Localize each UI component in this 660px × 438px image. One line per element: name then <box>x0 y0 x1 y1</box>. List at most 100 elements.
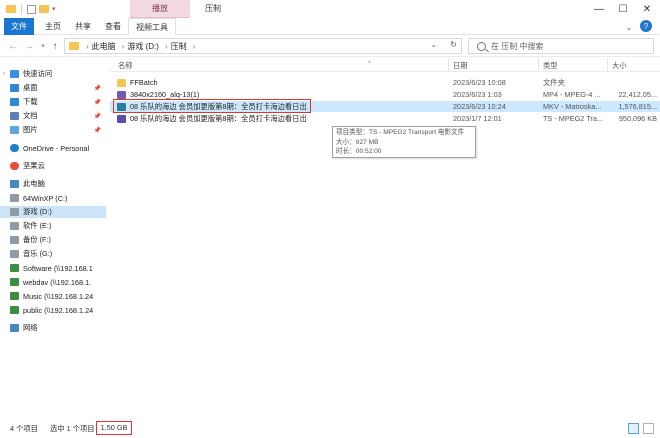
context-tab-play[interactable]: 播放 <box>130 0 190 18</box>
column-name[interactable]: 名称 <box>118 61 133 71</box>
sidebar-item-network[interactable]: 网络 <box>0 322 106 334</box>
tab-video-tools[interactable]: 视频工具 <box>128 18 176 35</box>
tab-file[interactable]: 文件 <box>4 18 34 35</box>
sidebar-item-documents[interactable]: 文档 📌 <box>0 110 106 122</box>
tab-share[interactable]: 共享 <box>68 18 98 35</box>
tooltip-type: 项目类型：TS - MPEG2 Transport 电影文件 <box>336 129 465 136</box>
chevron-right-icon[interactable]: › <box>165 42 168 51</box>
file-row[interactable]: FFBatch 2023/6/23 10:08 文件夹 <box>110 77 660 88</box>
star-icon <box>10 70 19 78</box>
folder-icon <box>6 5 16 13</box>
column-header: ^ 名称 日期 类型 大小 <box>110 58 660 72</box>
highlight-box <box>113 99 311 113</box>
document-icon <box>10 112 19 120</box>
new-folder-icon[interactable] <box>39 5 49 13</box>
quick-access-toolbar: ▾ <box>6 3 56 15</box>
column-divider[interactable] <box>538 58 539 72</box>
mp4-icon <box>117 91 126 99</box>
search-box[interactable]: 在 压制 中搜索 <box>468 38 654 54</box>
expand-ribbon-icon[interactable]: ⌄ <box>622 20 636 34</box>
selected-size: 1.50 GB <box>96 421 132 435</box>
sidebar-item-pictures[interactable]: 图片 📌 <box>0 124 106 136</box>
status-bar: 4 个项目 选中 1 个项目 1.50 GB <box>0 420 660 438</box>
sidebar-item-onedrive[interactable]: OneDrive - Personal <box>0 142 106 154</box>
breadcrumb-folder[interactable]: 压制 <box>171 41 187 52</box>
sidebar-item-downloads[interactable]: 下载 📌 <box>0 96 106 108</box>
close-button[interactable]: ✕ <box>640 2 654 16</box>
chevron-right-icon[interactable]: › <box>193 42 196 51</box>
column-divider[interactable] <box>607 58 608 72</box>
sidebar-item-this-pc[interactable]: 此电脑 <box>0 178 106 190</box>
sidebar-item-drive-c[interactable]: 64WinXP (C:) <box>0 192 106 204</box>
properties-icon[interactable] <box>27 4 36 14</box>
search-icon <box>477 41 486 51</box>
sidebar-item-webdav-share[interactable]: webdav (\\192.168.1. <box>0 276 106 288</box>
window-title: 压制 <box>205 4 221 13</box>
drive-icon <box>10 194 19 202</box>
ribbon-tabs: 文件 主页 共享 查看 视频工具 ⌄ ? <box>0 18 660 35</box>
pin-icon: 📌 <box>93 99 101 106</box>
selected-count: 选中 1 个项目 <box>50 424 95 433</box>
large-icons-view-icon[interactable] <box>643 423 654 434</box>
network-drive-icon <box>10 264 19 272</box>
sidebar-item-desktop[interactable]: 桌面 📌 <box>0 82 106 94</box>
folder-icon <box>69 42 79 50</box>
column-type[interactable]: 类型 <box>543 61 558 71</box>
drive-icon <box>10 222 19 230</box>
tooltip-size: 大小：927 MB <box>336 138 379 146</box>
search-placeholder: 在 压制 中搜索 <box>491 41 544 51</box>
refresh-icon[interactable]: ↻ <box>450 40 457 49</box>
tab-view[interactable]: 查看 <box>98 18 128 35</box>
address-bar[interactable]: › 此电脑 › 游戏 (D:) › 压制 › ⌄ ↻ <box>64 38 462 54</box>
breadcrumb-drive-d[interactable]: 游戏 (D:) <box>127 41 159 52</box>
sidebar-item-software-share[interactable]: Software (\\192.168.1 <box>0 262 106 274</box>
file-row[interactable]: 08 乐队的海边 会员加更版第8期：全员打卡海边看日出 2023/1/7 12:… <box>110 113 660 124</box>
separator <box>21 4 22 14</box>
sidebar-item-quick-access[interactable]: › 快速访问 <box>0 68 106 80</box>
tooltip-duration: 时长：00:52:00 <box>336 148 382 155</box>
chevron-right-icon[interactable]: › <box>122 42 125 51</box>
sidebar-item-drive-g[interactable]: 音乐 (G:) <box>0 248 106 260</box>
chevron-down-icon[interactable]: ▾ <box>52 5 56 13</box>
help-icon[interactable]: ? <box>640 20 652 32</box>
forward-icon[interactable]: → <box>22 39 36 53</box>
maximize-button[interactable]: ☐ <box>616 2 630 16</box>
sidebar-item-drive-f[interactable]: 备份 (F:) <box>0 234 106 246</box>
sidebar-item-music-share[interactable]: Music (\\192.168.1.24 <box>0 290 106 302</box>
drive-icon <box>10 236 19 244</box>
column-date[interactable]: 日期 <box>453 61 468 71</box>
tab-home[interactable]: 主页 <box>38 18 68 35</box>
jianguoyun-icon <box>10 162 19 170</box>
file-tooltip: 项目类型：TS - MPEG2 Transport 电影文件 大小：927 MB… <box>332 126 476 158</box>
drive-icon <box>10 250 19 258</box>
back-icon[interactable]: ← <box>6 39 20 53</box>
chevron-down-icon[interactable]: › <box>0 71 8 77</box>
pin-icon: 📌 <box>93 85 101 92</box>
address-dropdown-icon[interactable]: ⌄ <box>430 40 437 49</box>
sidebar-item-drive-e[interactable]: 软件 (E:) <box>0 220 106 232</box>
chevron-right-icon[interactable]: › <box>86 42 89 51</box>
sidebar-item-drive-d[interactable]: 游戏 (D:) <box>0 206 106 218</box>
item-count: 4 个项目 <box>10 424 38 433</box>
breadcrumb-this-pc[interactable]: 此电脑 <box>92 41 116 52</box>
sidebar-item-public-share[interactable]: public (\\192.168.1.24 <box>0 304 106 316</box>
column-divider[interactable] <box>448 58 449 72</box>
pc-icon <box>10 180 19 188</box>
desktop-icon <box>10 84 19 92</box>
navigation-pane: › 快速访问 桌面 📌 下载 📌 文档 📌 图片 📌 OneDrive - Persona… <box>0 58 106 420</box>
download-icon <box>10 98 19 106</box>
sidebar-item-jianguoyun[interactable]: 坚果云 <box>0 160 106 172</box>
drive-icon <box>10 208 19 216</box>
minimize-button[interactable]: — <box>592 2 606 16</box>
network-icon <box>10 324 19 332</box>
column-size[interactable]: 大小 <box>612 61 627 71</box>
network-drive-icon <box>10 306 19 314</box>
sort-arrow-icon: ^ <box>368 61 371 67</box>
pin-icon: 📌 <box>93 127 101 134</box>
folder-icon <box>117 79 126 87</box>
up-icon[interactable]: ↑ <box>48 39 62 53</box>
picture-icon <box>10 126 19 134</box>
details-view-icon[interactable] <box>628 423 639 434</box>
title-bar: ▾ 播放 压制 — ☐ ✕ <box>0 0 660 18</box>
file-list: ^ 名称 日期 类型 大小 FFBatch 2023/6/23 10:08 文件… <box>110 58 660 420</box>
